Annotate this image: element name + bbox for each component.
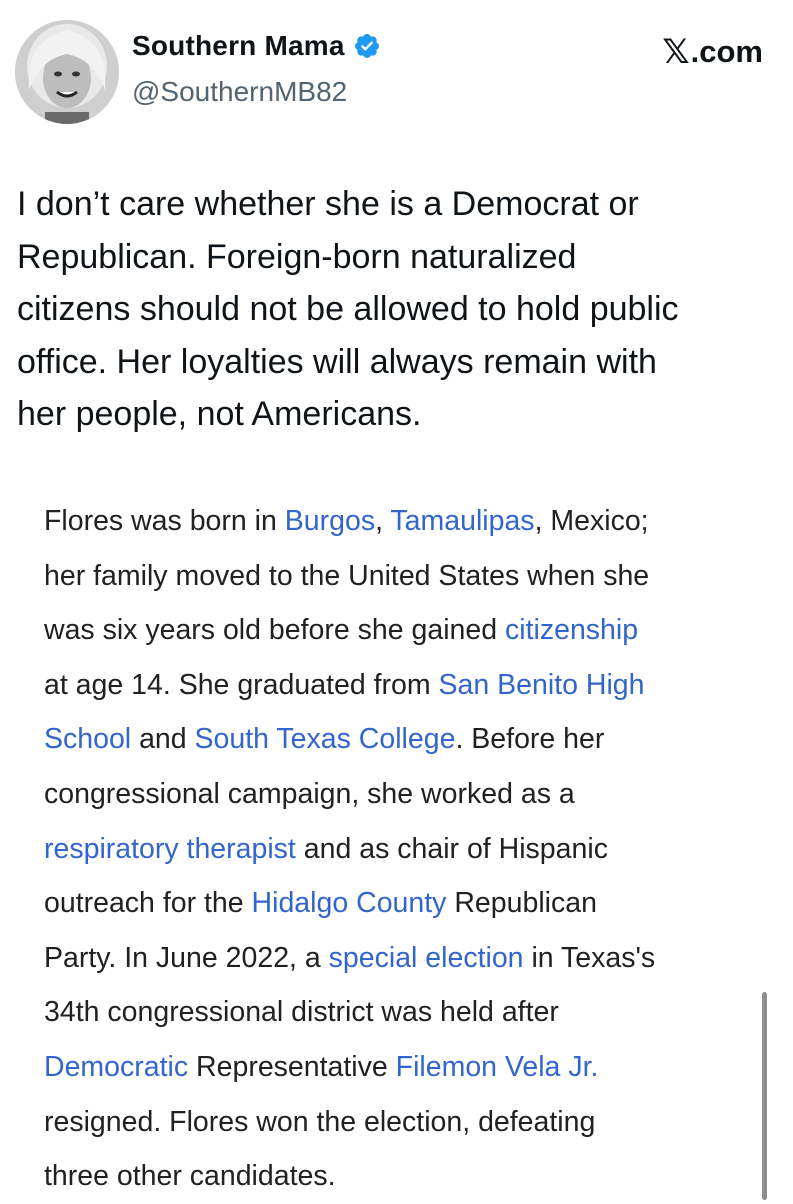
excerpt-line: respiratory therapist and as chair of Hi… [44, 822, 764, 877]
excerpt-text: congressional campaign, she worked as a [44, 777, 575, 810]
wiki-link[interactable]: Tamaulipas [390, 505, 534, 537]
name-row: Southern Mama [132, 30, 381, 62]
tweet-header: Southern Mama @SouthernMB82 𝕏 .com [0, 0, 793, 140]
display-name[interactable]: Southern Mama [132, 30, 345, 62]
excerpt-text: three other candidates. [44, 1160, 336, 1193]
excerpt-text: outreach for the [44, 887, 252, 920]
tweet-line: office. Her loyalties will always remain… [17, 342, 657, 381]
excerpt-text: , Mexico; [534, 505, 649, 537]
excerpt-text: . Before her [455, 723, 605, 756]
excerpt-line: 34th congressional district was held aft… [44, 985, 764, 1040]
wiki-link[interactable]: San Benito High [439, 669, 645, 701]
excerpt-line: was six years old before she gained citi… [44, 603, 764, 658]
scrollbar[interactable] [762, 992, 767, 1200]
tweet-line: Republican. Foreign-born naturalized [17, 237, 577, 276]
wiki-link[interactable]: Democratic [44, 1051, 188, 1083]
excerpt-line: three other candidates. [44, 1149, 764, 1204]
excerpt-line: Democratic Representative Filemon Vela J… [44, 1040, 764, 1095]
excerpt-text: , [375, 505, 391, 537]
wiki-link[interactable]: special election [329, 942, 524, 974]
excerpt-line: School and South Texas College. Before h… [44, 712, 764, 767]
excerpt-text: at age 14. She graduated from [44, 668, 439, 701]
excerpt-text: Republican [446, 887, 597, 920]
tweet-line: citizens should not be allowed to hold p… [17, 290, 679, 328]
wikipedia-excerpt: Flores was born in Burgos, Tamaulipas, M… [44, 494, 764, 1204]
x-logo-icon: 𝕏 [662, 33, 690, 71]
excerpt-text: and [131, 723, 195, 756]
wiki-link[interactable]: citizenship [505, 614, 638, 646]
excerpt-text: Flores was born in [44, 505, 285, 537]
excerpt-text: and as chair of Hispanic [295, 832, 608, 865]
wiki-link[interactable]: Hidalgo County [252, 887, 447, 919]
excerpt-line: resigned. Flores won the election, defea… [44, 1095, 764, 1150]
avatar[interactable] [15, 20, 119, 124]
wiki-link[interactable]: Filemon Vela Jr. [396, 1051, 599, 1083]
tweet-text: I don’t care whether she is a Democrat o… [17, 178, 777, 441]
excerpt-line: her family moved to the United States wh… [44, 549, 764, 604]
wiki-link[interactable]: School [44, 723, 131, 755]
x-com-watermark: 𝕏 .com [662, 32, 763, 72]
excerpt-text: resigned. Flores won the election, defea… [44, 1105, 596, 1138]
excerpt-text: Party. In June 2022, a [44, 941, 329, 974]
avatar-image [15, 20, 119, 124]
user-handle[interactable]: @SouthernMB82 [132, 76, 347, 108]
wiki-link[interactable]: respiratory therapist [44, 833, 296, 865]
site-label: .com [690, 34, 763, 69]
wiki-link[interactable]: Burgos [285, 505, 375, 537]
excerpt-line: at age 14. She graduated from San Benito… [44, 658, 764, 713]
tweet-line: her people, not Americans. [17, 395, 422, 433]
excerpt-text: her family moved to the United States wh… [44, 559, 650, 592]
excerpt-line: congressional campaign, she worked as a [44, 767, 764, 822]
excerpt-text: in Texas's [523, 941, 656, 974]
excerpt-text: Representative [188, 1050, 396, 1083]
excerpt-text: 34th congressional district was held aft… [44, 996, 559, 1029]
excerpt-text: was six years old before she gained [44, 614, 506, 647]
verified-badge-icon [354, 34, 379, 58]
excerpt-line: Flores was born in Burgos, Tamaulipas, M… [44, 494, 764, 549]
wiki-link[interactable]: South Texas College [195, 723, 456, 755]
excerpt-line: outreach for the Hidalgo County Republic… [44, 876, 764, 931]
excerpt-line: Party. In June 2022, a special election … [44, 931, 764, 986]
tweet-line: I don’t care whether she is a Democrat o… [17, 185, 639, 223]
